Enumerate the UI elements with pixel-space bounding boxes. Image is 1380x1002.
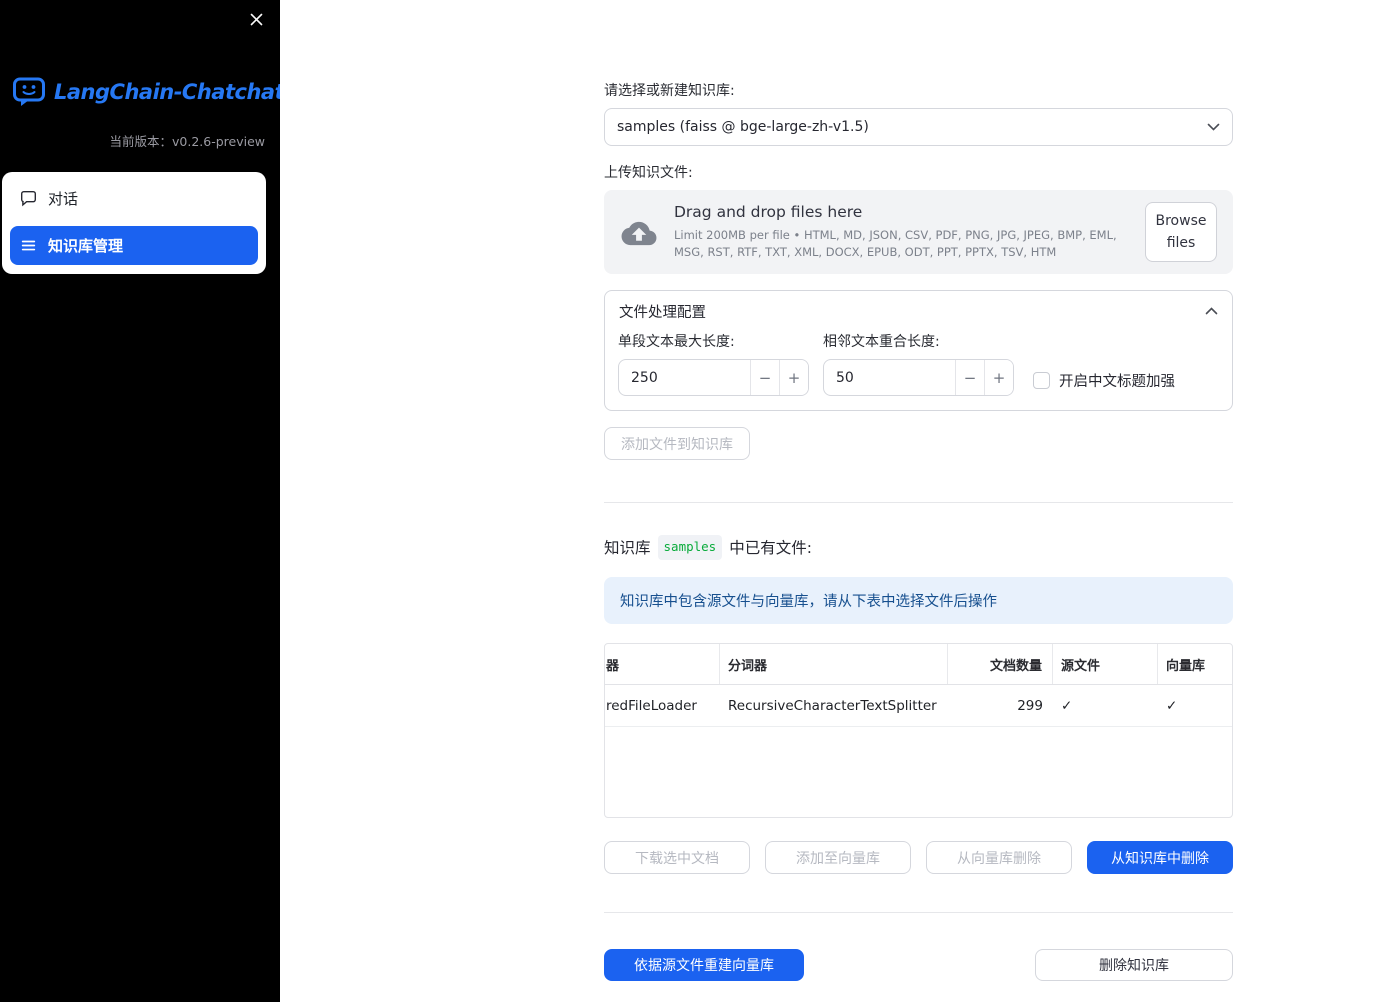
delete-from-vector-store-button[interactable]: 从向量库删除 (926, 841, 1072, 874)
overlap-length-field: 相邻文本重合长度: − + (823, 331, 1014, 396)
files-table-header: 器 分词器 文档数量 源文件 向量库 (605, 644, 1232, 685)
cell-loader: redFileLoader (606, 697, 697, 714)
column-header-source-file: 源文件 (1053, 644, 1158, 684)
kb-selected-value: samples (faiss @ bge-large-zh-v1.5) (617, 119, 869, 135)
kb-select-label: 请选择或新建知识库: (604, 83, 735, 99)
config-expander-title: 文件处理配置 (619, 304, 706, 321)
cell-source-file-check: ✓ (1061, 697, 1073, 714)
files-table: 器 分词器 文档数量 源文件 向量库 redFileLoader Recursi… (604, 643, 1233, 818)
column-header-vector-store: 向量库 (1166, 658, 1206, 674)
chat-bubble-icon (20, 190, 37, 207)
upload-cloud-icon (620, 216, 658, 248)
kb-files-heading: 知识库 samples 中已有文件: (604, 535, 1233, 560)
cell-vector-store-check: ✓ (1166, 697, 1178, 714)
overlap-length-value[interactable] (824, 360, 955, 395)
sidebar-item-label: 对话 (48, 190, 79, 208)
table-row[interactable]: redFileLoader RecursiveCharacterTextSpli… (605, 685, 1232, 727)
sidebar-item-label: 知识库管理 (48, 237, 124, 255)
max-length-increment-button[interactable]: + (779, 360, 808, 395)
content-column: 请选择或新建知识库: samples (faiss @ bge-large-zh… (604, 0, 1233, 1002)
divider (604, 502, 1233, 503)
title-enhance-checkbox[interactable] (1033, 371, 1050, 389)
overlap-length-label: 相邻文本重合长度: (823, 334, 940, 350)
config-expander-body: 单段文本最大长度: − + 相邻文本重合长度: − + (605, 331, 1232, 410)
overlap-length-increment-button[interactable]: + (984, 360, 1013, 395)
upload-label: 上传知识文件: (604, 165, 693, 181)
overlap-length-decrement-button[interactable]: − (955, 360, 984, 395)
config-expander: 文件处理配置 单段文本最大长度: − + (604, 290, 1233, 411)
dropzone-title: Drag and drop files here (674, 203, 863, 222)
sidebar-close-button[interactable] (245, 8, 268, 31)
logo: LangChain-Chatchat (12, 76, 285, 107)
dropzone-limit: Limit 200MB per file • HTML, MD, JSON, C… (674, 228, 1117, 259)
app: LangChain-Chatchat 当前版本：v0.2.6-preview 对… (0, 0, 1380, 1002)
file-uploader-dropzone[interactable]: Drag and drop files here Limit 200MB per… (604, 190, 1233, 274)
chevron-up-icon (1205, 307, 1218, 315)
title-enhance-label: 开启中文标题加强 (1059, 373, 1175, 390)
delete-from-kb-button[interactable]: 从知识库中删除 (1087, 841, 1233, 874)
sidebar: LangChain-Chatchat 当前版本：v0.2.6-preview 对… (0, 0, 285, 1002)
add-files-button[interactable]: 添加文件到知识库 (604, 427, 750, 460)
column-header-doc-count: 文档数量 (948, 644, 1053, 684)
logo-text: LangChain-Chatchat (54, 79, 285, 104)
column-header-loader: 器 (605, 644, 720, 684)
file-actions: 下载选中文档 添加至向量库 从向量库删除 从知识库中删除 (604, 841, 1233, 874)
column-header-splitter: 分词器 (720, 644, 948, 684)
browse-files-button[interactable]: Browse files (1145, 201, 1217, 263)
kb-files-heading-prefix: 知识库 (604, 538, 651, 557)
sidebar-item-dialogue[interactable]: 对话 (10, 181, 258, 216)
max-length-decrement-button[interactable]: − (750, 360, 779, 395)
version-label: 当前版本：v0.2.6-preview (109, 134, 266, 149)
main-content: 请选择或新建知识库: samples (faiss @ bge-large-zh… (280, 0, 1380, 1002)
kb-selectbox[interactable]: samples (faiss @ bge-large-zh-v1.5) (604, 108, 1233, 146)
list-icon (20, 237, 37, 254)
max-length-input: − + (618, 359, 809, 396)
logo-icon (12, 76, 46, 107)
dropzone-text: Drag and drop files here Limit 200MB per… (674, 203, 1129, 260)
table-empty-area (605, 727, 1232, 817)
overlap-length-input: − + (823, 359, 1014, 396)
chevron-down-icon (1207, 123, 1220, 131)
max-length-value[interactable] (619, 360, 750, 395)
info-banner-text: 知识库中包含源文件与向量库，请从下表中选择文件后操作 (620, 594, 997, 610)
kb-name-code: samples (657, 535, 723, 560)
kb-actions: 依据源文件重建向量库 删除知识库 (604, 949, 1233, 1002)
kb-files-heading-suffix: 中已有文件: (729, 538, 812, 557)
add-to-vector-store-button[interactable]: 添加至向量库 (765, 841, 911, 874)
title-enhance-field: 开启中文标题加强 (1033, 331, 1175, 396)
sidebar-menu: 对话 知识库管理 (2, 172, 266, 274)
sidebar-item-knowledge-base[interactable]: 知识库管理 (10, 226, 258, 265)
download-selected-button[interactable]: 下载选中文档 (604, 841, 750, 874)
max-length-label: 单段文本最大长度: (618, 334, 735, 350)
info-banner: 知识库中包含源文件与向量库，请从下表中选择文件后操作 (604, 577, 1233, 624)
config-expander-header[interactable]: 文件处理配置 (605, 291, 1232, 331)
rebuild-vector-store-button[interactable]: 依据源文件重建向量库 (604, 949, 804, 981)
cell-splitter: RecursiveCharacterTextSplitter (728, 697, 937, 714)
max-length-field: 单段文本最大长度: − + (618, 331, 809, 396)
delete-kb-button[interactable]: 删除知识库 (1035, 949, 1233, 981)
cell-doc-count: 299 (1017, 697, 1043, 714)
divider (604, 912, 1233, 913)
close-icon (249, 13, 264, 30)
